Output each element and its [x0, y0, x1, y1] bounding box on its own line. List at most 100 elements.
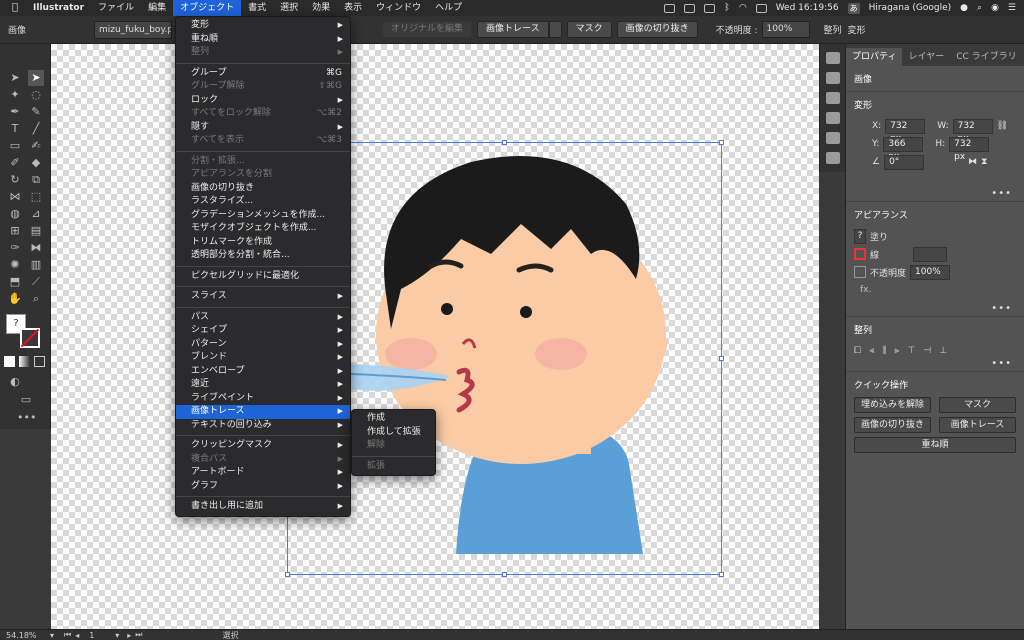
symbol-sprayer-icon[interactable]: ✺ [7, 257, 23, 273]
object-menu-item[interactable]: トリムマークを作成 [176, 236, 350, 250]
scale-tool-icon[interactable]: ⧉ [28, 172, 44, 188]
resize-handle-bl[interactable] [285, 572, 290, 577]
quick-mask-button[interactable]: マスク [939, 397, 1016, 413]
selection-tool-icon[interactable]: ➤ [7, 70, 23, 86]
trace-submenu-item[interactable]: 作成して拡張 [352, 426, 435, 440]
menu-app[interactable]: Illustrator [26, 0, 91, 16]
resize-handle-rm[interactable] [719, 356, 724, 361]
notification-icon[interactable]: ☰ [1008, 3, 1016, 13]
resize-handle-tm[interactable] [502, 140, 507, 145]
align-right-icon[interactable]: ⫸ [894, 346, 899, 356]
pathfinder-panel-icon[interactable] [825, 132, 840, 144]
transparency-panel-icon[interactable] [825, 112, 840, 124]
graph-tool-icon[interactable]: ▥ [28, 257, 44, 273]
artboard-number[interactable]: 1 [79, 631, 115, 640]
menu-select[interactable]: 選択 [273, 0, 305, 16]
object-menu-item[interactable]: ブレンド ▶ [176, 351, 350, 365]
color-mode-icon[interactable] [4, 356, 15, 367]
stroke-swatch[interactable] [20, 328, 40, 348]
paintbrush-icon[interactable]: ✍ [28, 138, 44, 154]
align-top-icon[interactable]: ⊤ [908, 346, 916, 356]
object-menu-item[interactable]: 遠近 ▶ [176, 378, 350, 392]
shaper-icon[interactable]: ✐ [7, 155, 23, 171]
appearance-opacity-input[interactable]: 100% [910, 264, 951, 280]
battery-icon[interactable] [755, 3, 767, 13]
menu-type[interactable]: 書式 [241, 0, 273, 16]
timemachine-icon[interactable] [704, 3, 716, 13]
lasso-icon[interactable]: ◌ [28, 87, 44, 103]
resize-handle-tr[interactable] [719, 140, 724, 145]
object-menu-item[interactable]: アートボード ▶ [176, 466, 350, 480]
clock[interactable]: Wed 16:19:56 [776, 3, 839, 13]
zoom-level[interactable]: 54.18% [0, 631, 50, 640]
fill-stroke-swatch[interactable]: ? [6, 314, 44, 352]
ime-label[interactable]: Hiragana (Google) [869, 3, 952, 13]
object-menu-item[interactable]: 変形 ▶ [176, 19, 350, 33]
object-menu-item[interactable]: ライブペイント ▶ [176, 392, 350, 406]
object-menu-item[interactable]: テキストの回り込み ▶ [176, 419, 350, 433]
line-tool-icon[interactable]: ╱ [28, 121, 44, 137]
appearance-more-icon[interactable]: ••• [991, 303, 1012, 314]
object-menu-item[interactable]: パス ▶ [176, 311, 350, 325]
artboard-tool-icon[interactable]: ⬒ [7, 274, 23, 290]
magic-wand-icon[interactable]: ✦ [7, 87, 23, 103]
dropbox-icon[interactable] [684, 3, 696, 13]
y-input[interactable]: 366 px [883, 136, 924, 162]
tab-libraries[interactable]: CC ライブラリ [950, 48, 1022, 66]
align-link[interactable]: 整列 [810, 23, 844, 36]
gradient-tool-icon[interactable]: ▤ [28, 223, 44, 239]
draw-mode-icon[interactable]: ◐ [7, 374, 23, 390]
object-menu-item[interactable]: モザイクオブジェクトを作成... [176, 222, 350, 236]
screen-mode-icon[interactable]: ▭ [17, 392, 35, 408]
wifi-icon[interactable]: ◠ [739, 3, 747, 13]
width-tool-icon[interactable]: ⋈ [7, 189, 23, 205]
zoom-tool-icon[interactable]: ⌕ [28, 291, 44, 307]
gradient-panel-icon[interactable] [825, 92, 840, 104]
rectangle-tool-icon[interactable]: ▭ [7, 138, 23, 154]
next-artboard-icon[interactable]: ▸ [119, 631, 131, 640]
image-trace-button[interactable]: 画像トレース [477, 21, 549, 38]
curvature-icon[interactable]: ✎ [28, 104, 44, 120]
object-menu-item[interactable]: 隠す ▶ [176, 121, 350, 135]
rotate-tool-icon[interactable]: ↻ [7, 172, 23, 188]
menu-file[interactable]: ファイル [91, 0, 141, 16]
flip-vertical-icon[interactable]: ⧗ [981, 157, 987, 167]
free-transform-icon[interactable]: ⬚ [28, 189, 44, 205]
perspective-grid-icon[interactable]: ⊿ [28, 206, 44, 222]
object-menu-item[interactable]: グループ ⌘G [176, 67, 350, 81]
menu-effect[interactable]: 効果 [305, 0, 337, 16]
object-menu-item[interactable]: ロック ▶ [176, 94, 350, 108]
align-vcenter-icon[interactable]: ⊣ [923, 346, 931, 356]
w-input[interactable]: 732 px [952, 118, 993, 144]
pen-tool-icon[interactable]: ✒ [7, 104, 23, 120]
flip-horizontal-icon[interactable]: ⧓ [968, 157, 977, 167]
object-menu-item[interactable]: グラデーションメッシュを作成... [176, 209, 350, 223]
direct-selection-tool-icon[interactable]: ➤ [28, 70, 44, 86]
object-menu-item[interactable]: 画像の切り抜き [176, 182, 350, 196]
mesh-tool-icon[interactable]: ⊞ [7, 223, 23, 239]
x-input[interactable]: 732 px [885, 118, 926, 144]
object-menu-item[interactable]: クリッピングマスク ▶ [176, 439, 350, 453]
trace-preset-dropdown[interactable] [548, 21, 562, 38]
shape-builder-icon[interactable]: ◍ [7, 206, 23, 222]
resize-handle-bm[interactable] [502, 572, 507, 577]
artboard-canvas[interactable] [51, 44, 819, 629]
arrange-button[interactable]: 重ね順 [854, 437, 1016, 453]
fill-swatch-icon[interactable]: ? [854, 228, 866, 244]
resize-handle-br[interactable] [719, 572, 724, 577]
linked-file-field[interactable]: mizu_fuku_boy.png [94, 20, 173, 39]
eyedropper-icon[interactable]: ✑ [7, 240, 23, 256]
align-bottom-icon[interactable]: ⊥ [939, 346, 947, 356]
tab-properties[interactable]: プロパティ [846, 48, 903, 66]
siri-icon[interactable]: ◉ [991, 3, 999, 13]
quick-trace-button[interactable]: 画像トレース [939, 417, 1016, 433]
tab-layers[interactable]: レイヤー [902, 48, 950, 66]
object-menu-item[interactable]: ピクセルグリッドに最適化 [176, 270, 350, 284]
h-input[interactable]: 732 px [949, 136, 990, 162]
menu-edit[interactable]: 編集 [141, 0, 173, 16]
slice-tool-icon[interactable]: ⟋ [28, 274, 44, 290]
align-hcenter-icon[interactable]: ⫼ [882, 346, 886, 356]
align-to-icon[interactable]: ⧠ [854, 346, 861, 356]
mask-button[interactable]: マスク [566, 21, 612, 38]
edit-original-button[interactable]: オリジナルを編集 [382, 21, 473, 38]
